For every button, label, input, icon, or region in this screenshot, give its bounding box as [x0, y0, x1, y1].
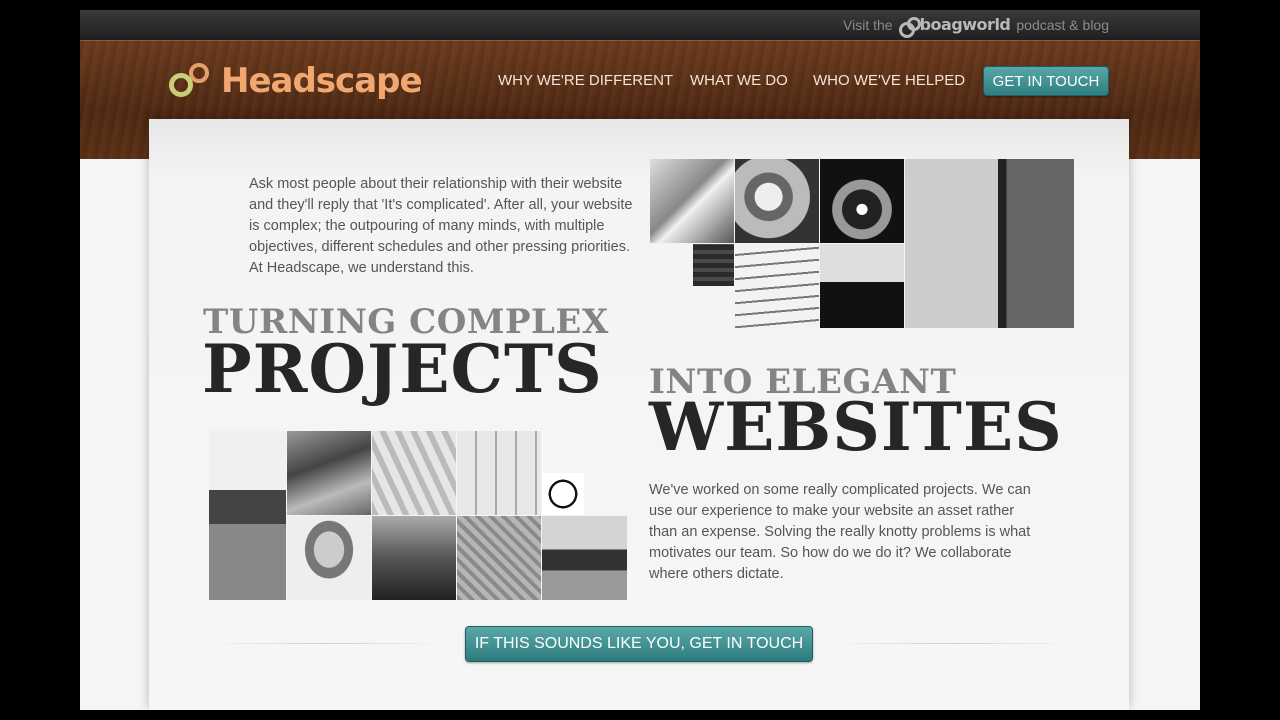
mosaic-photo: [735, 244, 819, 328]
intro-paragraph: Ask most people about their relationship…: [249, 176, 633, 276]
mosaic-photo: [650, 159, 734, 243]
get-in-touch-button[interactable]: GET IN TOUCH: [983, 66, 1109, 96]
mosaic-photo: [905, 159, 1074, 328]
boagworld-promo[interactable]: Visit the boagworld podcast & blog: [843, 15, 1109, 38]
outro-paragraph: We've worked on some really complicated …: [649, 482, 1031, 582]
mosaic-photo: [287, 431, 371, 515]
top-bar: Visit the boagworld podcast & blog: [80, 10, 1200, 40]
divider-right: [832, 643, 1076, 644]
mosaic-photo: [372, 516, 456, 600]
photo-mosaic-left: [209, 431, 627, 600]
page: Visit the boagworld podcast & blog Heads…: [80, 10, 1200, 710]
logo-rings-icon: [169, 61, 209, 101]
mosaic-photo: [457, 516, 541, 600]
mosaic-photo: [287, 516, 371, 600]
mosaic-photo: [693, 244, 734, 286]
boagworld-icon: [898, 16, 921, 38]
boagworld-logo[interactable]: boagworld: [898, 15, 1011, 38]
headscape-logo[interactable]: Headscape: [169, 61, 423, 101]
mosaic-photo: [542, 516, 627, 600]
nav-who-weve-helped[interactable]: WHO WE'VE HELPED: [813, 72, 965, 89]
mosaic-photo: [457, 431, 541, 515]
visit-suffix: podcast & blog: [1016, 16, 1109, 33]
divider-left: [209, 643, 445, 644]
mosaic-photo: [209, 431, 286, 600]
mosaic-photo: [735, 159, 819, 243]
boagworld-brand: boagworld: [919, 15, 1011, 34]
mosaic-photo: [542, 473, 584, 515]
visit-prefix: Visit the: [843, 16, 893, 33]
mosaic-photo: [820, 244, 904, 328]
headline-projects: PROJECTS: [202, 330, 603, 408]
photo-mosaic-right: [650, 159, 1074, 328]
mosaic-photo: [820, 159, 904, 243]
logo-text: Headscape: [221, 61, 423, 101]
headline-websites: WEBSITES: [649, 388, 1063, 466]
nav-what-we-do[interactable]: WHAT WE DO: [690, 72, 788, 89]
nav-why-different[interactable]: WHY WE'RE DIFFERENT: [498, 72, 673, 89]
mosaic-photo: [372, 431, 456, 515]
sounds-like-you-button[interactable]: IF THIS SOUNDS LIKE YOU, GET IN TOUCH: [465, 626, 813, 662]
